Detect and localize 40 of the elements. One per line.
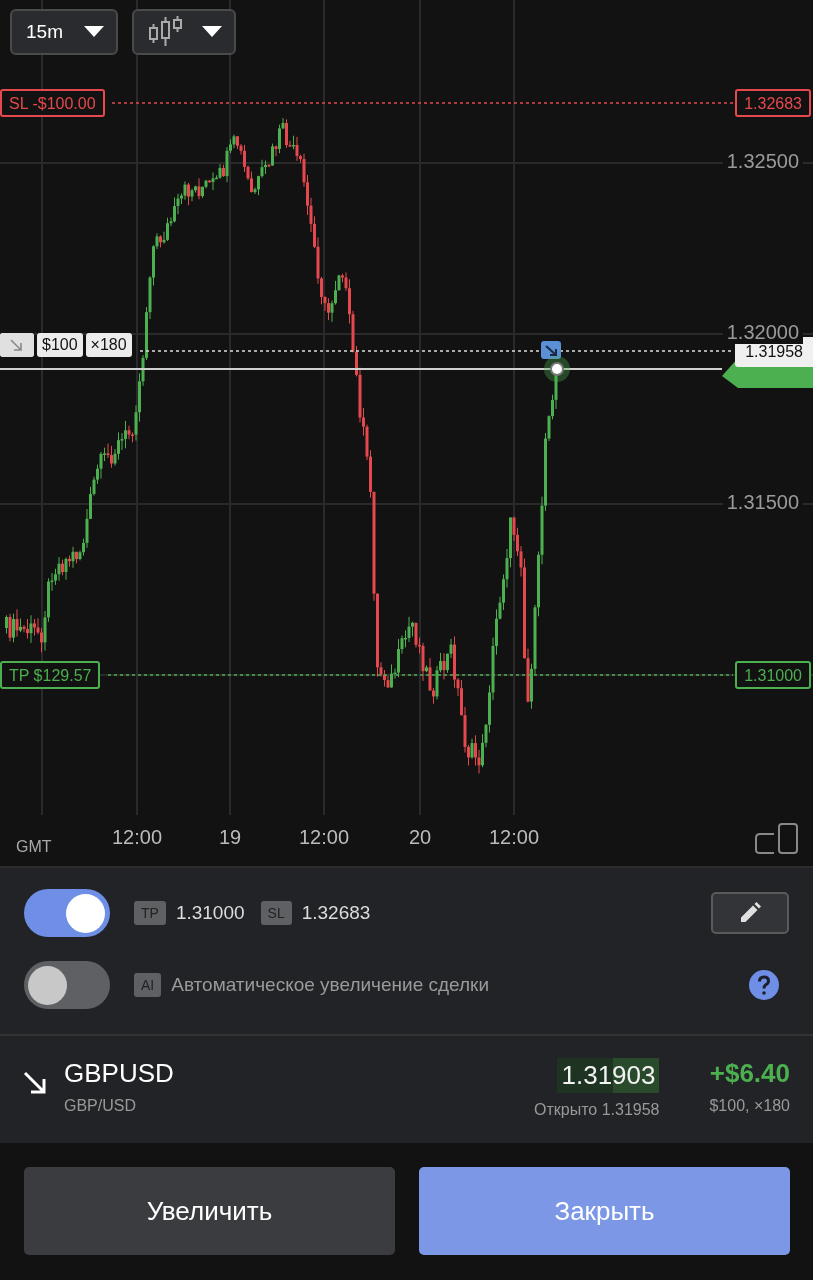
axis-label: 12:00 xyxy=(297,826,351,849)
timeframe-dropdown[interactable]: 15m xyxy=(10,9,118,55)
entry-marker-icon xyxy=(541,341,561,359)
pair-name: GBP/USD xyxy=(64,1097,137,1115)
ai-badge: AI xyxy=(134,973,162,997)
take-profit-price: 1.31000 xyxy=(735,661,811,689)
profit-value: +$6.40 xyxy=(709,1058,790,1089)
sl-badge: SL xyxy=(260,901,292,925)
auto-increase-toggle[interactable] xyxy=(24,961,110,1009)
tp-value: 1.31000 xyxy=(175,902,245,924)
auto-increase-label: Автоматическое увеличение сделки xyxy=(171,974,490,996)
axis-label: 20 xyxy=(407,826,433,849)
current-price: 1.31903 xyxy=(557,1058,660,1093)
take-profit-label[interactable]: TP $129.57 xyxy=(0,661,101,689)
stop-loss-label[interactable]: SL -$100.00 xyxy=(0,89,105,117)
tp-sl-toggle[interactable] xyxy=(24,889,110,937)
timezone-label: GMT xyxy=(16,838,52,856)
current-price-dot xyxy=(550,362,564,376)
sl-value: 1.32683 xyxy=(301,902,371,924)
open-price: Открыто 1.31958 xyxy=(533,1101,660,1119)
symbol-name: GBPUSD xyxy=(64,1058,175,1089)
increase-button[interactable]: Увеличить xyxy=(24,1167,395,1255)
axis-label: 12:00 xyxy=(487,826,541,849)
device-rotate-icon xyxy=(755,823,798,854)
multiplier-label: ×180 xyxy=(85,333,132,357)
chart-type-dropdown[interactable] xyxy=(132,9,236,55)
down-arrow-icon xyxy=(22,1070,48,1096)
pencil-icon xyxy=(738,901,762,925)
axis-label: 12:00 xyxy=(110,826,164,849)
help-icon[interactable] xyxy=(749,970,779,1000)
tp-badge: TP xyxy=(134,901,166,925)
arrow-icon xyxy=(0,333,34,357)
caret-icon xyxy=(202,26,222,38)
candlestick-icon xyxy=(148,16,184,48)
caret-icon xyxy=(84,26,104,38)
stop-loss-price: 1.32683 xyxy=(735,89,811,117)
axis-label: 19 xyxy=(217,826,243,849)
edit-button[interactable] xyxy=(711,892,789,934)
amount-label: $100 xyxy=(37,333,83,357)
trade-details: $100, ×180 xyxy=(709,1097,790,1115)
